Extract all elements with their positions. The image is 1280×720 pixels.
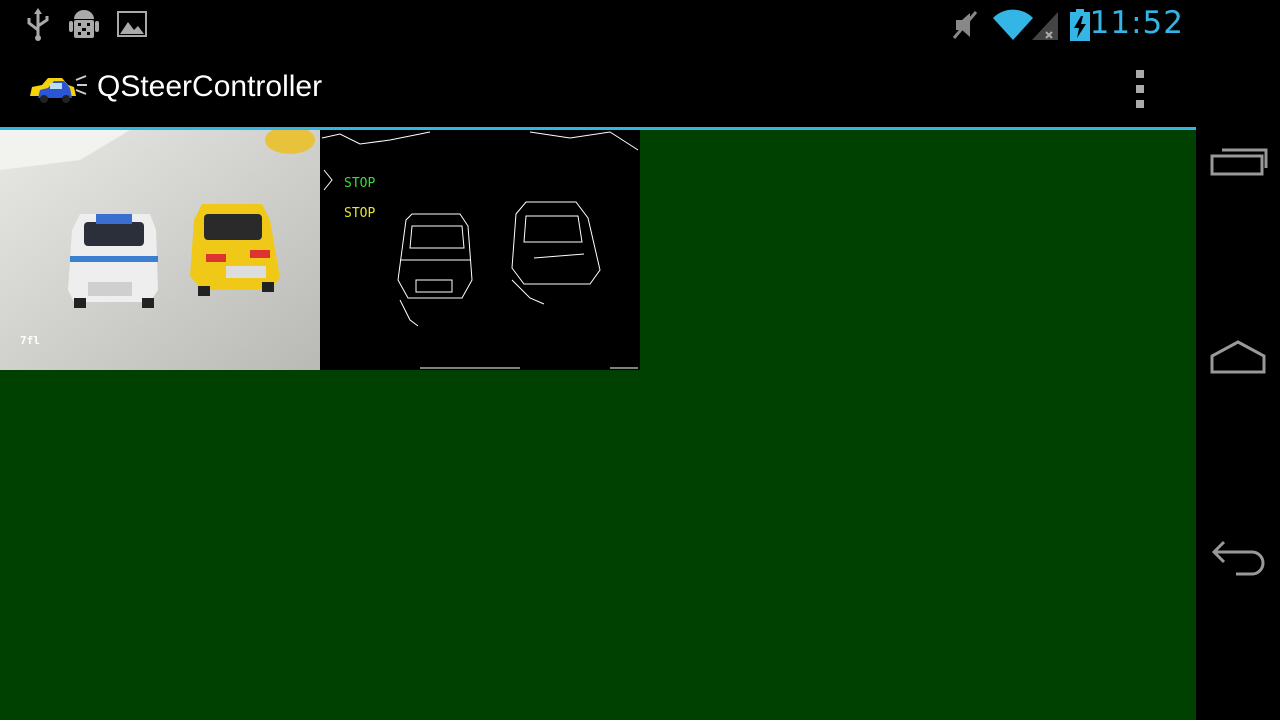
edge-image [321, 131, 639, 369]
battery-icon [1070, 9, 1090, 41]
label-text: STOP [344, 206, 376, 221]
wifi-icon [993, 9, 1033, 40]
home-button[interactable] [1206, 330, 1270, 386]
dot-icon [1136, 100, 1144, 108]
recent-apps-button[interactable] [1206, 134, 1270, 190]
dot-icon [1136, 70, 1144, 78]
detection-label: STOP [344, 206, 375, 221]
back-button[interactable] [1206, 530, 1270, 586]
content-area: 7fl STOP STOP [0, 130, 1196, 720]
camera-preview: 7fl [0, 130, 320, 370]
signal-icon [1032, 12, 1058, 40]
camera-image [0, 130, 320, 370]
edge-detection-view: STOP STOP [320, 130, 640, 370]
overflow-menu-button[interactable] [1128, 70, 1152, 112]
usb-icon [27, 8, 49, 41]
android-debug-icon [69, 10, 99, 38]
navigation-bar [1196, 0, 1280, 720]
fps-counter: 7fl [20, 334, 40, 347]
car-app-icon [30, 75, 87, 103]
label-text: STOP [344, 176, 376, 191]
screen: 11:52 QSteerController 7fl STOP STOP [0, 0, 1280, 720]
clock: 11:52 [1089, 5, 1184, 41]
gallery-icon [117, 11, 147, 37]
detection-label: STOP [344, 176, 375, 191]
mute-icon [952, 11, 978, 39]
status-bar: 11:52 [0, 0, 1196, 50]
action-bar: QSteerController [0, 50, 1196, 130]
dot-icon [1136, 85, 1144, 93]
app-title: QSteerController [97, 70, 323, 103]
